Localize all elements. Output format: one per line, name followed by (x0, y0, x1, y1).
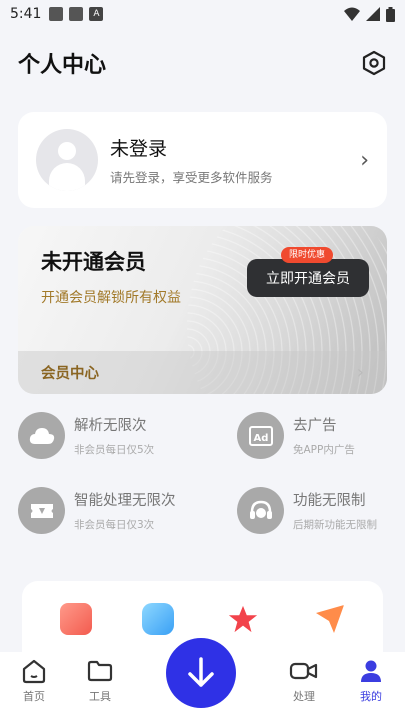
chevron-right-icon: › (356, 362, 364, 383)
battery-icon (386, 6, 395, 22)
status-bar: 5:41 A (0, 0, 405, 28)
avatar-head (58, 142, 76, 160)
avatar (36, 129, 98, 191)
tab-tools[interactable]: 工具 (75, 657, 125, 704)
vip-subtitle: 开通会员解锁所有权益 (41, 290, 181, 306)
video-icon (289, 662, 318, 680)
tab-label: 首页 (23, 690, 45, 703)
arrow-down-icon (188, 657, 214, 687)
chevron-right-icon: › (360, 147, 369, 173)
download-button[interactable] (166, 638, 236, 708)
benefit-subtitle: 非会员每日仅5次 (74, 444, 155, 456)
ad-icon: Ad (237, 412, 284, 459)
login-card[interactable]: 未登录 请先登录，享受更多软件服务 › (18, 112, 387, 208)
open-vip-button[interactable]: 立即开通会员 (247, 259, 369, 297)
tab-home[interactable]: 首页 (9, 657, 59, 704)
benefit-subtitle: 后期新功能无限制 (293, 519, 377, 531)
login-title: 未登录 (110, 138, 168, 160)
cloud-icon (18, 412, 65, 459)
user-icon (361, 660, 381, 682)
benefit-unlimited-parse: 解析无限次 非会员每日仅5次 (18, 412, 154, 459)
settings-icon[interactable] (360, 49, 388, 77)
login-subtitle: 请先登录，享受更多软件服务 (110, 170, 273, 185)
bag-tool-icon[interactable] (142, 603, 174, 635)
vip-title: 未开通会员 (41, 250, 146, 274)
headset-icon (237, 487, 284, 534)
vip-center-link[interactable]: 会员中心 › (18, 351, 387, 394)
avatar-body (49, 163, 85, 191)
tab-label: 处理 (293, 690, 315, 703)
tab-label: 我的 (360, 690, 382, 703)
signal-icon (366, 7, 380, 21)
tab-process[interactable]: 处理 (279, 657, 329, 704)
svg-text:Ad: Ad (253, 433, 268, 444)
benefit-subtitle: 非会员每日仅3次 (74, 519, 155, 531)
send-tool-icon[interactable] (314, 603, 346, 635)
image-notification-icon (49, 7, 64, 21)
ticket-icon (18, 487, 65, 534)
vip-center-label: 会员中心 (41, 366, 99, 382)
wifi-icon (344, 7, 360, 21)
tab-label: 工具 (89, 690, 111, 703)
benefit-title: 去广告 (293, 418, 337, 434)
header: 个人中心 (18, 46, 388, 80)
vip-card[interactable]: 未开通会员 开通会员解锁所有权益 立即开通会员 限时优惠 会员中心 › (18, 226, 387, 394)
star-tool-icon[interactable] (227, 603, 259, 635)
benefit-no-ads: Ad 去广告 免APP内广告 (237, 412, 355, 459)
a-notification-icon: A (89, 7, 104, 21)
login-text: 未登录 请先登录，享受更多软件服务 (110, 134, 360, 186)
benefit-unlimited-features: 功能无限制 后期新功能无限制 (237, 487, 377, 534)
benefit-title: 功能无限制 (293, 493, 366, 509)
app-notification-icon (69, 7, 84, 21)
benefit-title: 智能处理无限次 (74, 493, 176, 509)
limited-offer-badge: 限时优惠 (281, 247, 334, 263)
status-time: 5:41 (10, 6, 42, 22)
benefit-title: 解析无限次 (74, 418, 147, 434)
benefit-unlimited-smart: 智能处理无限次 非会员每日仅3次 (18, 487, 176, 534)
page-title: 个人中心 (18, 53, 107, 78)
benefit-subtitle: 免APP内广告 (293, 444, 355, 456)
tab-mine[interactable]: 我的 (346, 657, 396, 704)
upload-tool-icon[interactable] (60, 603, 92, 635)
folder-icon (87, 660, 113, 682)
home-icon (22, 659, 46, 684)
